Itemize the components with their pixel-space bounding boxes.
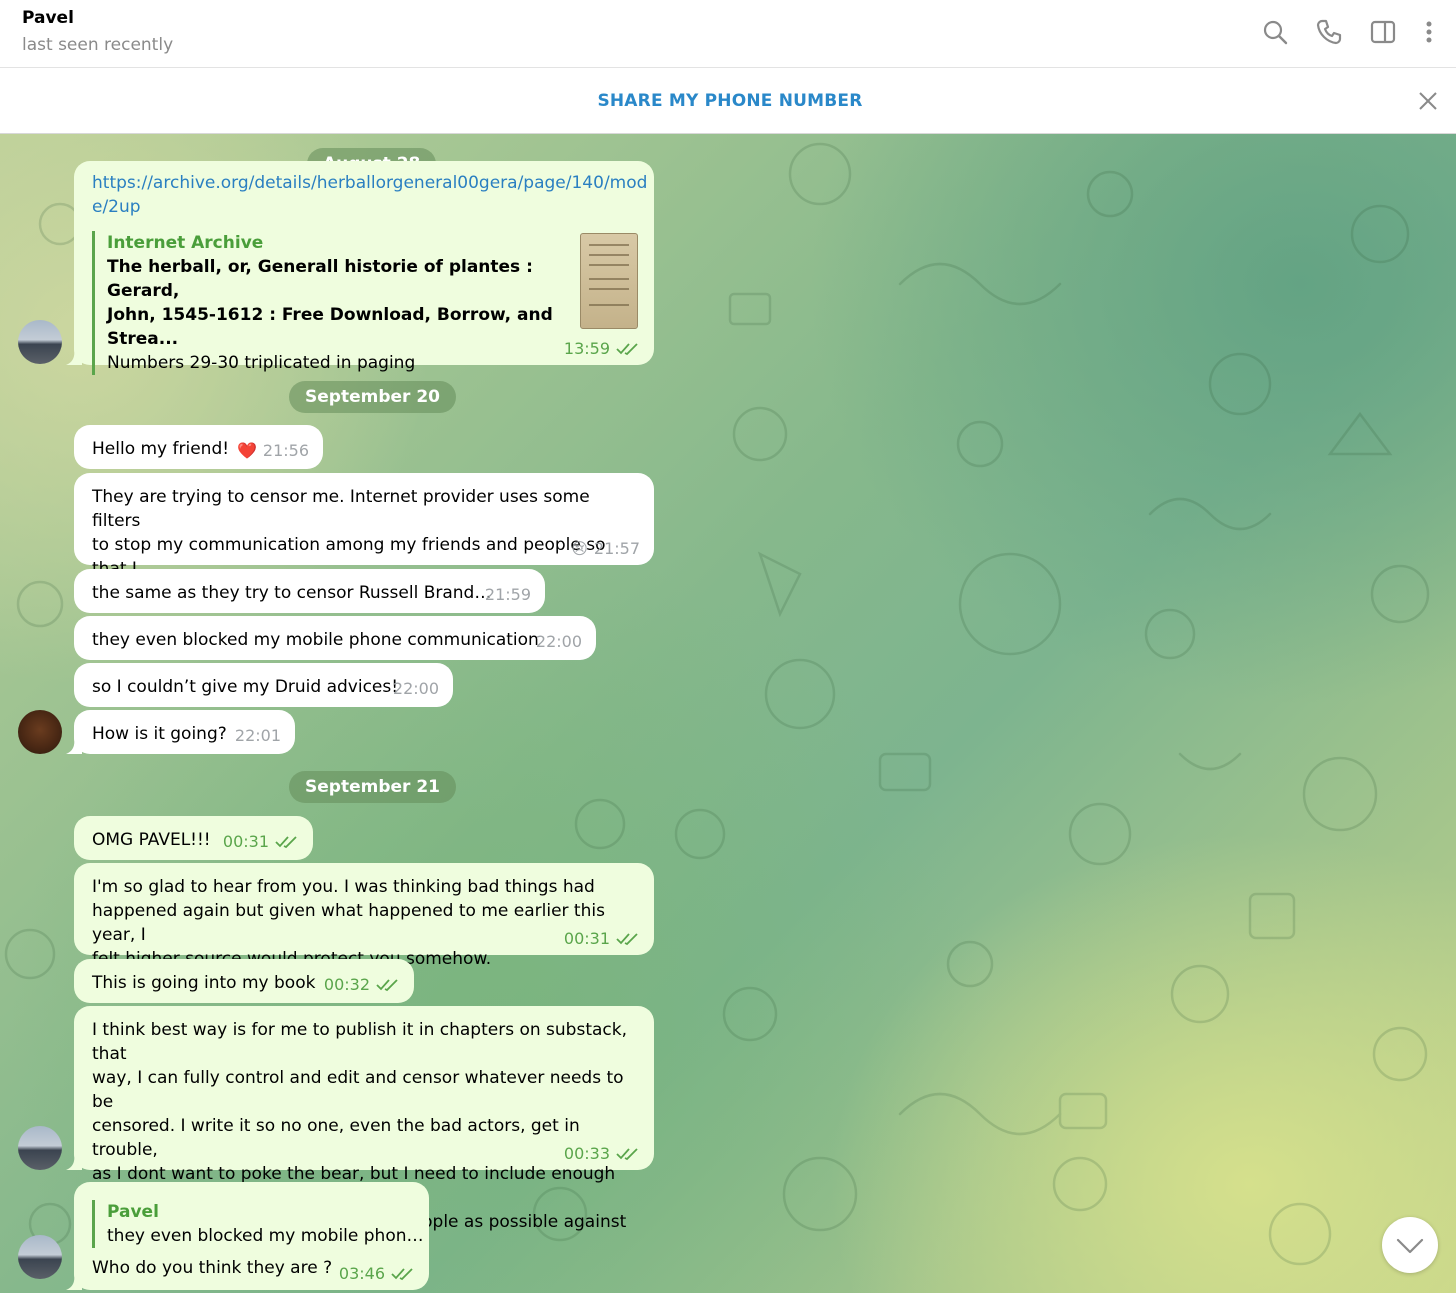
message-bubble[interactable]: This is going into my book 00:32 xyxy=(74,959,414,1003)
double-check-icon xyxy=(616,933,638,946)
reply-author: Pavel xyxy=(107,1202,159,1222)
message-text: they even blocked my mobile phone commun… xyxy=(92,630,539,650)
bubble-tail xyxy=(66,1154,82,1170)
scroll-down-button[interactable] xyxy=(1382,1217,1438,1273)
share-phone-bar: SHARE MY PHONE NUMBER xyxy=(0,69,1456,134)
message-meta: 03:46 xyxy=(339,1262,415,1286)
preview-title: John, 1545-1612 : Free Download, Borrow,… xyxy=(107,305,553,349)
message-time: 00:31 xyxy=(222,832,269,851)
double-check-icon xyxy=(376,979,398,992)
double-check-icon xyxy=(391,1268,413,1281)
message-bubble[interactable]: They are trying to censor me. Internet p… xyxy=(74,473,654,603)
message-meta: 😢 21:57 xyxy=(571,537,640,561)
reaction[interactable]: ❤️ xyxy=(237,439,257,463)
message-bubble[interactable]: the same as they try to censor Russell B… xyxy=(74,569,545,613)
share-phone-button[interactable]: SHARE MY PHONE NUMBER xyxy=(0,91,1456,111)
message-time: 00:32 xyxy=(323,975,370,994)
double-check-icon xyxy=(616,1148,638,1161)
avatar[interactable] xyxy=(18,710,62,754)
message-meta: 22:00 xyxy=(536,630,582,654)
message-meta: ❤️ 21:56 xyxy=(237,439,309,463)
message-time: 22:00 xyxy=(535,632,582,651)
reaction[interactable]: 😢 xyxy=(571,537,588,561)
message-text-line: way, I can fully control and edit and ce… xyxy=(92,1068,624,1112)
message-text-line: happened again but given what happened t… xyxy=(92,901,605,945)
chat-area[interactable]: August 28 https://archive.org/details/he… xyxy=(0,134,1456,1293)
phone-icon[interactable] xyxy=(1314,17,1344,47)
preview-description: Numbers 29-30 triplicated in paging xyxy=(107,353,416,373)
message-text-line: I think best way is for me to publish it… xyxy=(92,1020,627,1064)
close-icon[interactable] xyxy=(1416,89,1440,113)
message-meta: 13:59 xyxy=(564,337,640,361)
avatar[interactable] xyxy=(18,320,62,364)
message-bubble[interactable]: Hello my friend! ❤️ 21:56 xyxy=(74,425,323,469)
message-bubble[interactable]: Pavel they even blocked my mobile phon… … xyxy=(66,1182,429,1290)
message-meta: 00:31 xyxy=(223,830,299,854)
message-bubble[interactable]: so I couldn’t give my Druid advices! 22:… xyxy=(74,663,453,707)
message-time: 21:59 xyxy=(484,585,531,604)
double-check-icon xyxy=(275,836,297,849)
date-separator: September 21 xyxy=(289,771,456,803)
preview-thumbnail xyxy=(580,233,638,329)
message-bubble[interactable]: How is it going? 22:01 xyxy=(66,710,295,754)
message-meta: 00:31 xyxy=(564,927,640,951)
contact-status: last seen recently xyxy=(22,35,174,55)
bubble-tail xyxy=(66,1274,82,1290)
chat-header: Pavel last seen recently xyxy=(0,0,1456,68)
message-text-line: I'm so glad to hear from you. I was thin… xyxy=(92,877,595,897)
avatar[interactable] xyxy=(18,1235,62,1279)
sidebar-toggle-icon[interactable] xyxy=(1368,17,1398,47)
message-text: the same as they try to censor Russell B… xyxy=(92,583,492,603)
message-time: 00:33 xyxy=(563,1144,610,1163)
message-meta: 00:33 xyxy=(564,1142,640,1166)
message-bubble[interactable]: OMG PAVEL!!! 00:31 xyxy=(74,816,313,860)
message-time: 00:31 xyxy=(563,929,610,948)
message-meta: 21:59 xyxy=(485,583,531,607)
bubble-tail xyxy=(66,738,82,754)
message-time: 13:59 xyxy=(563,339,610,358)
double-check-icon xyxy=(616,343,638,356)
message-link[interactable]: e/2up xyxy=(92,195,636,219)
message-text-line: censored. I write it so no one, even the… xyxy=(92,1116,580,1160)
chevron-down-icon xyxy=(1396,1238,1424,1254)
message-meta: 22:01 xyxy=(235,724,281,748)
message-link[interactable]: https://archive.org/details/herballorgen… xyxy=(92,171,647,195)
message-bubble[interactable]: I'm so glad to hear from you. I was thin… xyxy=(74,863,654,969)
link-preview[interactable]: Internet Archive The herball, or, Genera… xyxy=(92,231,562,375)
message-time: 21:57 xyxy=(593,539,640,558)
reply-quote[interactable]: Pavel they even blocked my mobile phon… xyxy=(92,1200,424,1248)
reply-text: they even blocked my mobile phon… xyxy=(107,1226,424,1246)
message-text: so I couldn’t give my Druid advices! xyxy=(92,677,399,697)
message-meta: 22:00 xyxy=(393,677,439,701)
message-bubble[interactable]: I think best way is for me to publish it… xyxy=(66,1006,654,1256)
message-time: 22:01 xyxy=(234,726,281,745)
search-icon[interactable] xyxy=(1260,17,1290,47)
date-separator: September 20 xyxy=(289,381,456,413)
bubble-tail xyxy=(66,349,82,365)
message-bubble[interactable]: https://archive.org/details/herballorgen… xyxy=(66,161,654,375)
preview-site: Internet Archive xyxy=(107,233,264,253)
message-text-line: They are trying to censor me. Internet p… xyxy=(92,487,590,531)
message-time: 03:46 xyxy=(338,1264,385,1283)
more-vertical-icon[interactable] xyxy=(1414,17,1444,47)
avatar[interactable] xyxy=(18,1126,62,1170)
message-meta: 00:32 xyxy=(324,973,400,997)
message-time: 21:56 xyxy=(262,441,309,460)
message-bubble[interactable]: they even blocked my mobile phone commun… xyxy=(74,616,596,660)
contact-name[interactable]: Pavel xyxy=(22,8,74,28)
message-time: 22:00 xyxy=(392,679,439,698)
preview-title: The herball, or, Generall historie of pl… xyxy=(107,257,533,301)
